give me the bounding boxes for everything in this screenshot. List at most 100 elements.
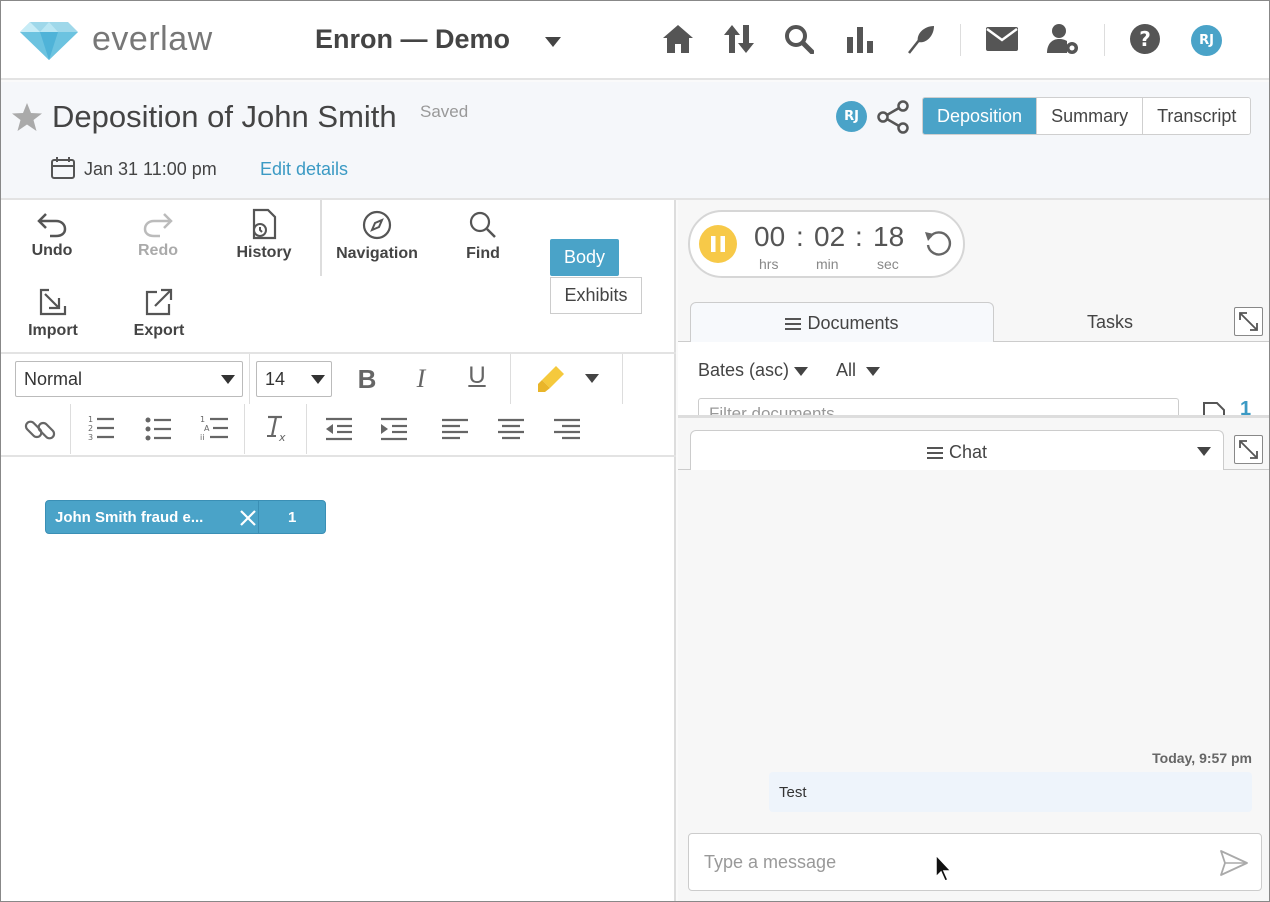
format-divider bbox=[510, 354, 511, 404]
svg-text:1: 1 bbox=[200, 415, 205, 424]
bold-button[interactable]: B bbox=[350, 364, 384, 395]
pause-icon[interactable] bbox=[699, 225, 737, 263]
sort-select[interactable]: Bates (asc) bbox=[698, 360, 789, 381]
svg-text:ii: ii bbox=[200, 433, 204, 442]
tab-transcript[interactable]: Transcript bbox=[1142, 98, 1251, 134]
feather-icon[interactable] bbox=[904, 22, 938, 56]
expand-icon[interactable] bbox=[1234, 435, 1263, 464]
redo-button[interactable]: Redo bbox=[108, 210, 208, 260]
exhibits-toggle[interactable]: Exhibits bbox=[550, 277, 642, 314]
numbered-list-icon[interactable]: 123 bbox=[88, 414, 114, 442]
underline-button[interactable]: U bbox=[460, 362, 494, 390]
search-icon[interactable] bbox=[782, 22, 816, 56]
tab-summary[interactable]: Summary bbox=[1036, 98, 1143, 134]
export-icon bbox=[145, 288, 173, 316]
star-icon[interactable] bbox=[12, 103, 42, 131]
close-icon[interactable] bbox=[239, 509, 257, 527]
share-icon[interactable] bbox=[876, 100, 910, 134]
font-size-value: 14 bbox=[265, 369, 286, 389]
chevron-down-icon[interactable] bbox=[866, 367, 880, 376]
bullet-list-icon[interactable] bbox=[145, 416, 171, 442]
navigation-button[interactable]: Navigation bbox=[327, 209, 427, 263]
tab-documents[interactable]: Documents bbox=[690, 302, 994, 342]
tab-tasks[interactable]: Tasks bbox=[994, 302, 1226, 342]
exhibit-chip[interactable]: John Smith fraud e... 1 bbox=[45, 500, 326, 534]
user-avatar[interactable]: RJ bbox=[1191, 25, 1222, 56]
bar-chart-icon[interactable] bbox=[843, 22, 877, 56]
timer-separator: : bbox=[855, 221, 863, 252]
toolbar-divider bbox=[0, 352, 676, 354]
chevron-down-icon bbox=[311, 375, 325, 384]
message-input[interactable]: Type a message bbox=[688, 833, 1262, 891]
paragraph-style-value: Normal bbox=[24, 369, 83, 389]
chip-divider bbox=[258, 501, 259, 533]
chat-dropdown-icon[interactable] bbox=[1197, 447, 1211, 456]
chat-message: Test bbox=[769, 772, 1252, 812]
align-left-icon[interactable] bbox=[442, 418, 468, 440]
link-icon[interactable] bbox=[24, 414, 56, 446]
history-button[interactable]: History bbox=[214, 208, 314, 262]
expand-icon[interactable] bbox=[1234, 307, 1263, 336]
undo-icon bbox=[37, 213, 67, 238]
message-timestamp: Today, 9:57 pm bbox=[1152, 750, 1252, 766]
mouse-cursor-icon bbox=[934, 853, 954, 883]
toolbar-divider bbox=[320, 200, 322, 276]
timer-seconds-label: sec bbox=[877, 256, 899, 272]
message-placeholder: Type a message bbox=[704, 852, 837, 872]
align-right-icon[interactable] bbox=[554, 418, 580, 440]
owner-avatar[interactable]: RJ bbox=[836, 101, 867, 132]
tab-deposition[interactable]: Deposition bbox=[923, 98, 1037, 134]
font-size-select[interactable]: 14 bbox=[256, 361, 332, 397]
highlight-dropdown-icon[interactable] bbox=[585, 374, 599, 383]
reset-timer-icon[interactable] bbox=[924, 229, 952, 257]
highlighter-icon[interactable] bbox=[536, 364, 566, 394]
body-toggle[interactable]: Body bbox=[550, 239, 619, 276]
panel-splitter[interactable] bbox=[678, 415, 1270, 418]
user-settings-icon[interactable] bbox=[1046, 22, 1080, 56]
find-button[interactable]: Find bbox=[433, 209, 533, 263]
chevron-down-icon[interactable] bbox=[794, 367, 808, 376]
home-icon[interactable] bbox=[661, 22, 695, 56]
filter-select[interactable]: All bbox=[836, 360, 856, 381]
document-count: 1 bbox=[1240, 398, 1252, 416]
save-status: Saved bbox=[420, 102, 469, 121]
history-icon bbox=[252, 208, 277, 240]
menu-icon bbox=[785, 318, 802, 331]
find-icon bbox=[469, 211, 496, 238]
filter-documents-input[interactable]: Filter documents bbox=[698, 398, 1179, 416]
upload-download-icon[interactable] bbox=[722, 22, 756, 56]
tab-documents-label: Documents bbox=[807, 313, 899, 333]
mail-icon[interactable] bbox=[985, 22, 1019, 56]
project-name[interactable]: Enron — Demo bbox=[315, 24, 510, 55]
help-icon[interactable]: ? bbox=[1128, 22, 1162, 56]
find-label: Find bbox=[466, 245, 500, 262]
svg-text:3: 3 bbox=[88, 433, 93, 442]
timer-hours-label: hrs bbox=[759, 256, 779, 272]
italic-button[interactable]: I bbox=[404, 364, 438, 394]
send-icon[interactable] bbox=[1219, 849, 1249, 877]
redo-icon bbox=[143, 213, 173, 238]
tab-chat-label: Chat bbox=[948, 442, 988, 462]
svg-text:1: 1 bbox=[88, 415, 93, 424]
format-divider bbox=[70, 404, 71, 454]
svg-text:A: A bbox=[204, 424, 210, 433]
align-center-icon[interactable] bbox=[498, 418, 524, 440]
paragraph-style-select[interactable]: Normal bbox=[15, 361, 243, 397]
tab-chat[interactable]: Chat bbox=[690, 430, 1224, 470]
edit-details-link[interactable]: Edit details bbox=[260, 159, 348, 180]
indent-icon[interactable] bbox=[381, 417, 407, 441]
format-divider bbox=[244, 404, 245, 454]
outdent-icon[interactable] bbox=[326, 417, 352, 441]
filter-value: All bbox=[836, 360, 857, 380]
undo-button[interactable]: Undo bbox=[2, 210, 102, 260]
view-tabs: Deposition Summary Transcript bbox=[922, 97, 1252, 135]
import-button[interactable]: Import bbox=[3, 286, 103, 340]
clear-formatting-icon[interactable]: x bbox=[264, 414, 290, 442]
project-dropdown-icon[interactable] bbox=[545, 37, 561, 47]
chevron-down-icon bbox=[221, 375, 235, 384]
export-button[interactable]: Export bbox=[109, 286, 209, 340]
everlaw-logo-icon[interactable] bbox=[20, 22, 78, 60]
svg-text:2: 2 bbox=[88, 424, 93, 433]
undo-label: Undo bbox=[31, 242, 73, 259]
outline-list-icon[interactable]: 1 Aii bbox=[200, 414, 228, 442]
